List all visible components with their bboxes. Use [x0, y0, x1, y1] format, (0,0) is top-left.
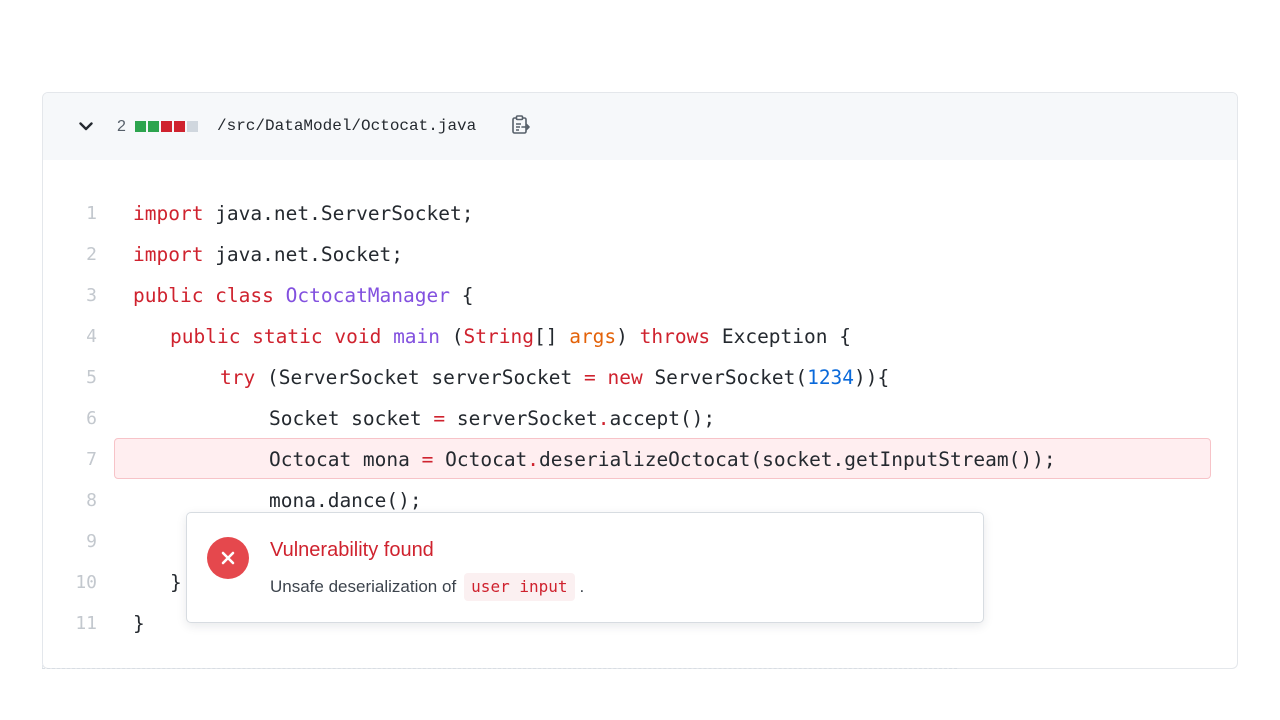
code-line: 4 public static void main (String[] args)… [43, 316, 1237, 357]
line-number[interactable]: 8 [73, 490, 97, 512]
line-number[interactable]: 10 [73, 572, 97, 594]
line-number[interactable]: 2 [73, 244, 97, 266]
code-line: 5 try (ServerSocket serverSocket = new Se… [43, 357, 1237, 398]
diffstat [135, 121, 198, 132]
file-path: /src/DataModel/Octocat.java [217, 117, 477, 135]
divider [42, 668, 957, 669]
line-number[interactable]: 1 [73, 203, 97, 225]
code-line: 7 Octocat mona = Octocat.deserializeOctoc… [43, 439, 1237, 480]
alert-title: Vulnerability found [270, 539, 434, 561]
line-number[interactable]: 9 [73, 531, 97, 553]
line-number[interactable]: 4 [73, 326, 97, 348]
code-text: try (ServerSocket serverSocket = new Ser… [220, 366, 890, 389]
code-text: Octocat mona = Octocat.deserializeOctoca… [269, 448, 1056, 471]
code-line: 1 import java.net.ServerSocket; [43, 193, 1237, 234]
line-number[interactable]: 5 [73, 367, 97, 389]
diffstat-block [174, 121, 185, 132]
line-number[interactable]: 11 [73, 613, 97, 635]
alert-description-text: Unsafe deserialization of [270, 577, 457, 596]
code-text: import java.net.ServerSocket; [133, 202, 474, 225]
code-line: 6 Socket socket = serverSocket.accept(); [43, 398, 1237, 439]
inline-code: user input [464, 573, 575, 601]
alert-description-suffix: . [579, 577, 585, 596]
code-text: } [170, 571, 182, 594]
code-text: mona.dance(); [269, 489, 422, 512]
code-text: Socket socket = serverSocket.accept(); [269, 407, 716, 430]
error-icon [207, 537, 249, 579]
copy-icon[interactable] [510, 114, 532, 136]
divider [42, 230, 43, 668]
chevron-down-icon[interactable] [77, 117, 95, 135]
diffstat-block [187, 121, 198, 132]
code-text: import java.net.Socket; [133, 243, 404, 266]
close-icon [221, 551, 235, 565]
code-text: } [133, 612, 145, 635]
code-text: public class OctocatManager { [133, 284, 474, 307]
alert-description: Unsafe deserialization of user input . [270, 573, 584, 601]
diffstat-block [135, 121, 146, 132]
diffstat-block [161, 121, 172, 132]
file-header: 2 /src/DataModel/Octocat.java [43, 93, 1237, 160]
line-number[interactable]: 6 [73, 408, 97, 430]
line-number[interactable]: 3 [73, 285, 97, 307]
diffstat-block [148, 121, 159, 132]
changes-count: 2 [117, 118, 126, 135]
vulnerability-alert: Vulnerability found Unsafe deserializati… [186, 512, 984, 623]
code-line: 2 import java.net.Socket; [43, 234, 1237, 275]
code-text: public static void main (String[] args) … [170, 325, 851, 348]
line-number[interactable]: 7 [73, 449, 97, 471]
code-line: 3 public class OctocatManager { [43, 275, 1237, 316]
